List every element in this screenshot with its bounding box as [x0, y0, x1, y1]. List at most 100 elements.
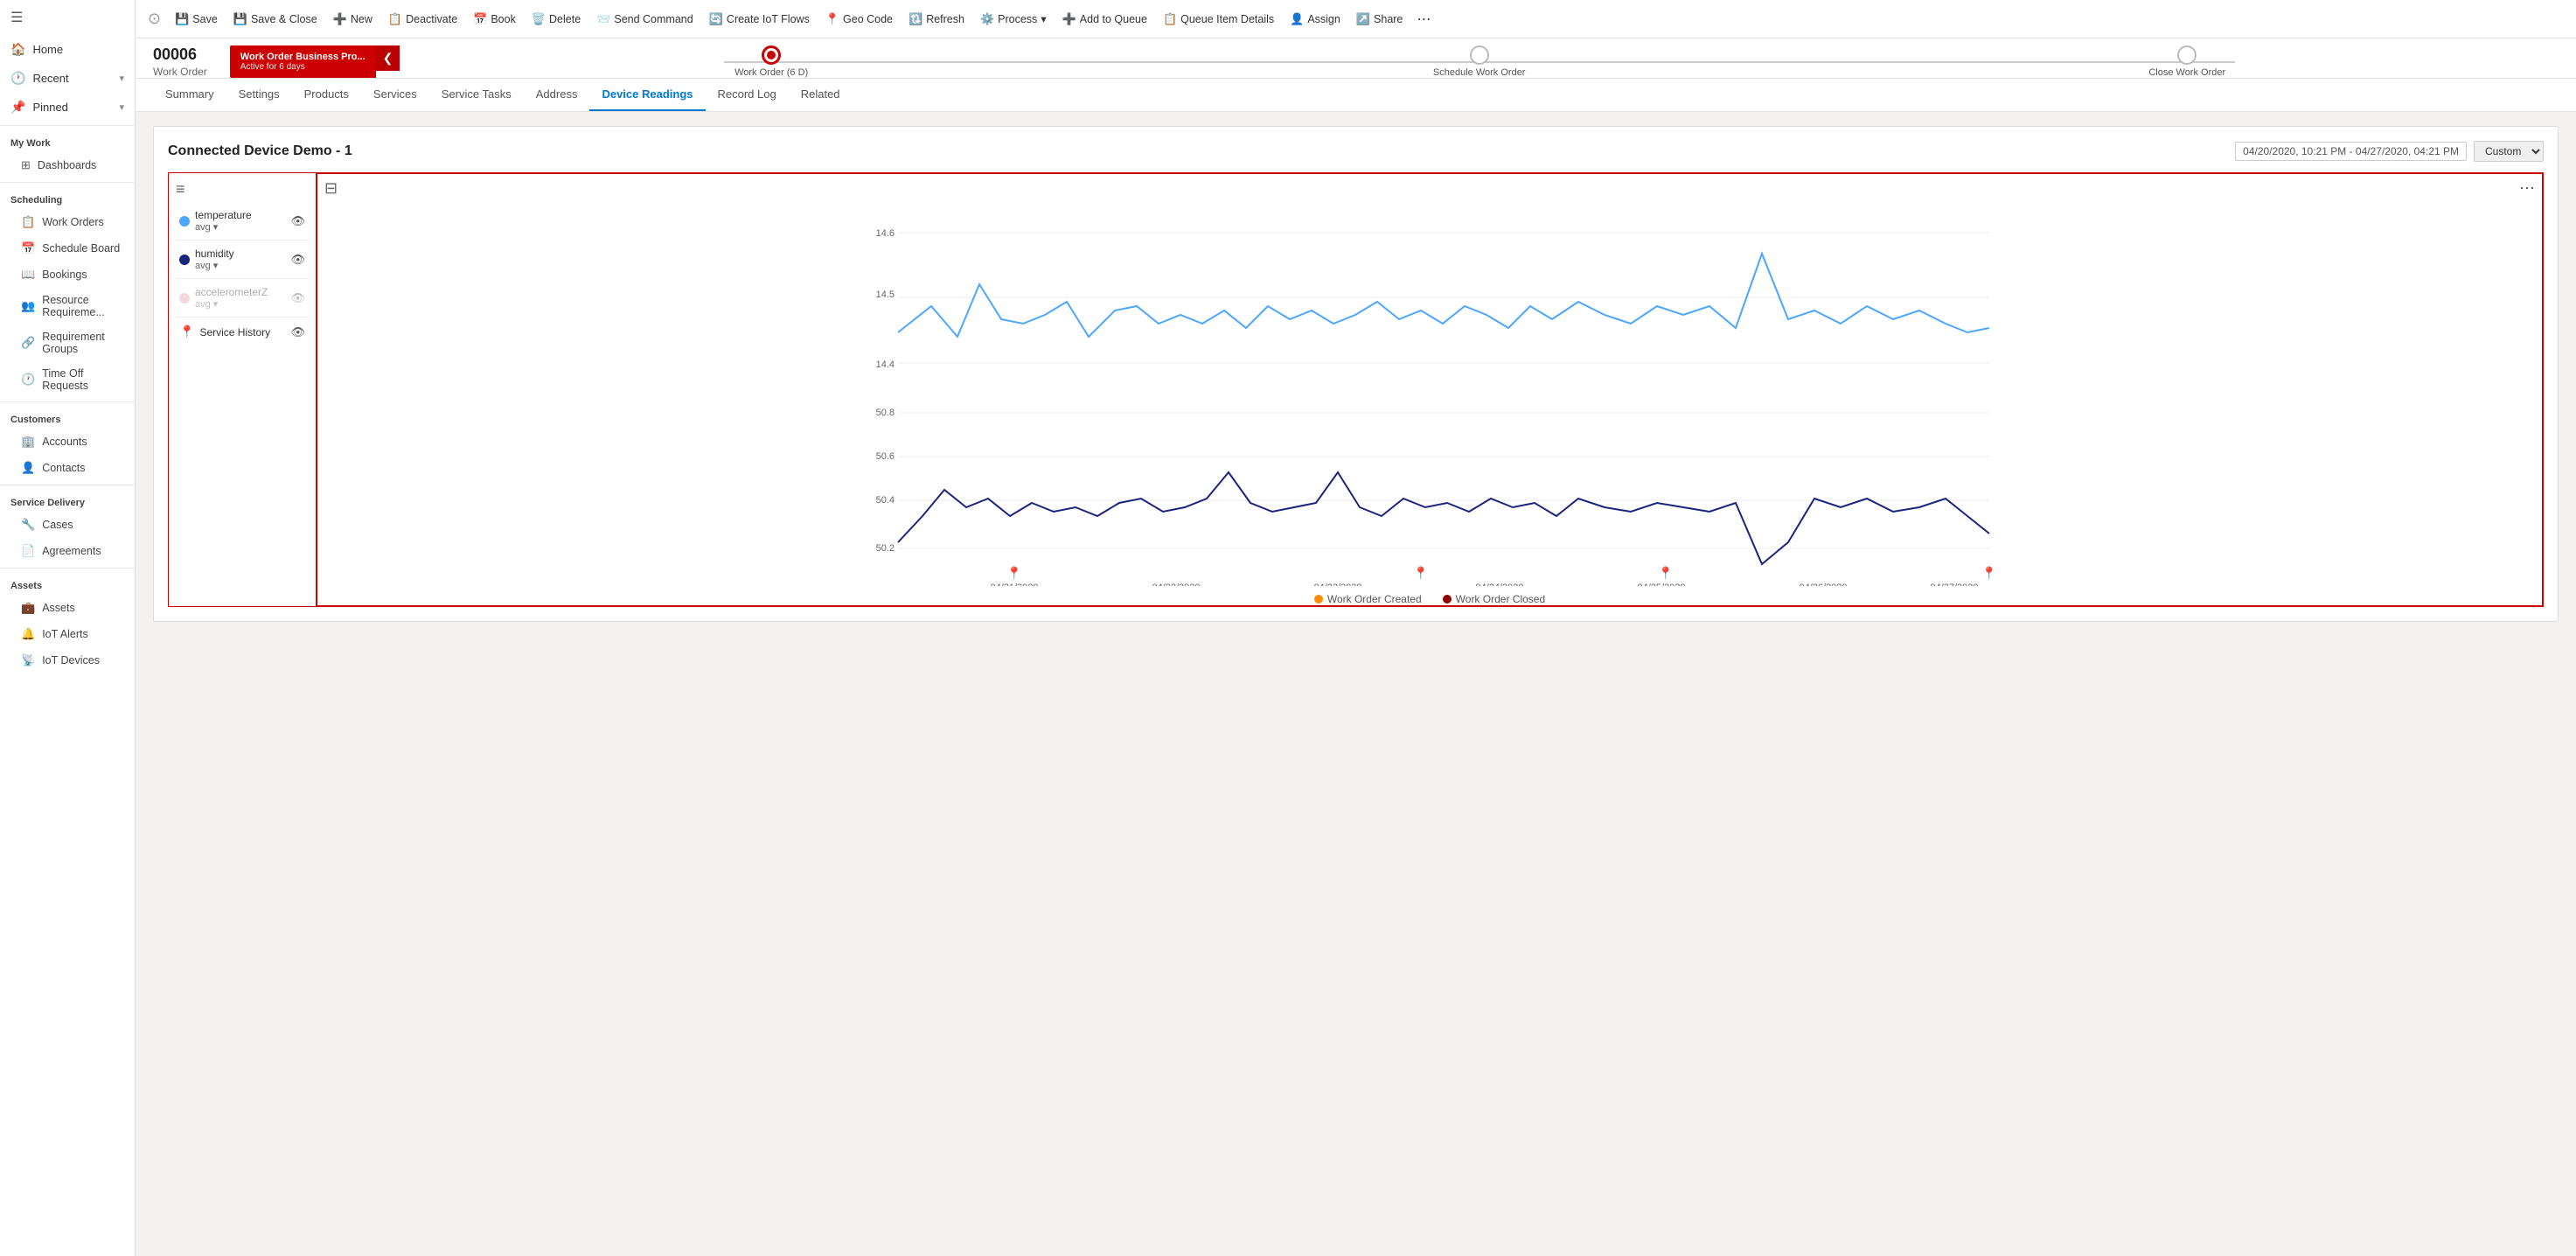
- legend-item-accelerometerz[interactable]: accelerometerZ avg ▾ 👁: [176, 281, 309, 315]
- eye-icon[interactable]: 👁: [290, 214, 305, 228]
- sidebar-item-pinned[interactable]: 📌 Pinned ▾: [0, 93, 135, 122]
- queue-item-details-button[interactable]: 📋 Queue Item Details: [1156, 9, 1281, 30]
- legend-item-humidity[interactable]: humidity avg ▾ 👁: [176, 242, 309, 276]
- stage-collapse-button[interactable]: ❮: [376, 45, 400, 71]
- hamburger-icon[interactable]: ☰: [0, 0, 135, 35]
- sidebar-item-bookings[interactable]: 📖 Bookings: [0, 262, 135, 288]
- add-to-queue-button[interactable]: ➕ Add to Queue: [1055, 9, 1154, 30]
- assets-icon: 💼: [21, 601, 35, 615]
- sidebar-item-accounts[interactable]: 🏢 Accounts: [0, 429, 135, 455]
- save-close-button[interactable]: 💾 Save & Close: [226, 9, 324, 30]
- sidebar: ☰ 🏠 Home 🕐 Recent ▾ 📌 Pinned ▾ My Work ⊞…: [0, 0, 136, 1256]
- time-off-icon: 🕐: [21, 373, 35, 387]
- share-button[interactable]: ↗️ Share: [1349, 9, 1410, 30]
- process-icon: ⚙️: [980, 12, 994, 26]
- legend-item-temperature[interactable]: temperature avg ▾ 👁: [176, 204, 309, 238]
- svg-text:04/26/2020: 04/26/2020: [1799, 583, 1847, 586]
- eye-icon[interactable]: 👁: [290, 291, 305, 305]
- assign-button[interactable]: 👤 Assign: [1283, 9, 1347, 30]
- tab-record-log[interactable]: Record Log: [706, 79, 789, 111]
- book-icon: 📅: [473, 12, 487, 26]
- chevron-down-icon: ▾: [119, 73, 124, 84]
- tab-related[interactable]: Related: [789, 79, 853, 111]
- create-iot-flows-button[interactable]: 🔄 Create IoT Flows: [702, 9, 817, 30]
- sidebar-item-home[interactable]: 🏠 Home: [0, 35, 135, 64]
- process-button[interactable]: ⚙️ Process ▾: [973, 9, 1054, 30]
- svg-text:04/27/2020: 04/27/2020: [1930, 583, 1978, 586]
- refresh-button[interactable]: 🔃 Refresh: [902, 9, 971, 30]
- iot-devices-icon: 📡: [21, 653, 35, 667]
- active-stage[interactable]: Work Order Business Pro... Active for 6 …: [230, 45, 376, 78]
- eye-icon[interactable]: 👁: [290, 325, 305, 339]
- history-icon[interactable]: ⊙: [143, 10, 166, 28]
- svg-text:14.6: 14.6: [876, 228, 895, 239]
- main-area: ⊙ 💾 Save 💾 Save & Close ➕ New 📋 Deactiva…: [136, 0, 2576, 1256]
- record-header: 00006 Work Order Work Order Business Pro…: [136, 38, 2576, 79]
- legend-layers-row: ≡: [176, 180, 309, 199]
- recent-icon: 🕐: [10, 71, 25, 86]
- step-circle-inactive: [1470, 45, 1489, 65]
- legend-item-service-history[interactable]: 📍 Service History 👁: [176, 319, 309, 345]
- save-close-icon: 💾: [233, 12, 247, 26]
- process-step-close[interactable]: Close Work Order: [1833, 45, 2541, 78]
- accelerometerz-color-dot: [179, 293, 190, 304]
- step-label: Work Order (6 D): [735, 67, 808, 78]
- humidity-color-dot: [179, 255, 190, 265]
- accelerometerz-label: accelerometerZ: [195, 286, 285, 298]
- tab-address[interactable]: Address: [524, 79, 590, 111]
- chart-more-button[interactable]: ⋯: [2519, 179, 2535, 198]
- svg-text:14.5: 14.5: [876, 290, 895, 300]
- svg-text:14.4: 14.4: [876, 359, 895, 370]
- accounts-icon: 🏢: [21, 435, 35, 449]
- process-step-schedule[interactable]: Schedule Work Order: [1125, 45, 1834, 78]
- tab-service-tasks[interactable]: Service Tasks: [429, 79, 524, 111]
- send-command-button[interactable]: 📨 Send Command: [589, 9, 700, 30]
- sidebar-item-recent[interactable]: 🕐 Recent ▾: [0, 64, 135, 93]
- book-button[interactable]: 📅 Book: [466, 9, 523, 30]
- geo-code-icon: 📍: [825, 12, 839, 26]
- process-step-work-order[interactable]: Work Order (6 D): [417, 45, 1125, 78]
- chart-svg-area: ⊟ ⋯ 14.6 14.5 14.4 50.8 50: [316, 172, 2544, 607]
- tab-products[interactable]: Products: [292, 79, 361, 111]
- tab-settings[interactable]: Settings: [226, 79, 292, 111]
- sidebar-item-resource-requirements[interactable]: 👥 Resource Requireme...: [0, 288, 135, 324]
- more-options-button[interactable]: ⋯: [1411, 7, 1436, 31]
- deactivate-button[interactable]: 📋 Deactivate: [381, 9, 464, 30]
- legend-content-humidity: humidity avg ▾: [195, 248, 285, 271]
- assign-icon: 👤: [1290, 12, 1304, 26]
- tab-summary[interactable]: Summary: [153, 79, 226, 111]
- svg-text:📍: 📍: [1658, 566, 1673, 581]
- humidity-label: humidity: [195, 248, 285, 260]
- svg-text:📍: 📍: [1981, 566, 1996, 581]
- sidebar-item-time-off-requests[interactable]: 🕐 Time Off Requests: [0, 361, 135, 398]
- new-button[interactable]: ➕ New: [326, 9, 379, 30]
- resource-req-icon: 👥: [21, 299, 35, 313]
- legend-content-temperature: temperature avg ▾: [195, 209, 285, 233]
- send-command-icon: 📨: [596, 12, 610, 26]
- dashboards-icon: ⊞: [21, 158, 31, 172]
- view-select[interactable]: Custom Day Week Month: [2474, 141, 2544, 162]
- tab-services[interactable]: Services: [361, 79, 429, 111]
- temperature-line: [898, 254, 1989, 337]
- sidebar-item-work-orders[interactable]: 📋 Work Orders: [0, 209, 135, 235]
- eye-icon[interactable]: 👁: [290, 253, 305, 267]
- sidebar-item-iot-alerts[interactable]: 🔔 IoT Alerts: [0, 621, 135, 647]
- sidebar-item-iot-devices[interactable]: 📡 IoT Devices: [0, 647, 135, 673]
- delete-button[interactable]: 🗑️ Delete: [525, 9, 588, 30]
- sidebar-item-contacts[interactable]: 👤 Contacts: [0, 455, 135, 481]
- new-icon: ➕: [333, 12, 347, 26]
- chevron-down-icon: ▾: [119, 101, 124, 113]
- sidebar-item-cases[interactable]: 🔧 Cases: [0, 512, 135, 538]
- temperature-sub: avg ▾: [195, 221, 285, 233]
- queue-details-icon: 📋: [1163, 12, 1177, 26]
- sidebar-item-dashboards[interactable]: ⊞ Dashboards: [0, 152, 135, 178]
- chart-title: Connected Device Demo - 1: [168, 143, 352, 159]
- refresh-icon: 🔃: [909, 12, 922, 26]
- sidebar-item-schedule-board[interactable]: 📅 Schedule Board: [0, 235, 135, 262]
- sidebar-item-assets[interactable]: 💼 Assets: [0, 595, 135, 621]
- tab-device-readings[interactable]: Device Readings: [589, 79, 705, 111]
- geo-code-button[interactable]: 📍 Geo Code: [818, 9, 900, 30]
- sidebar-item-agreements[interactable]: 📄 Agreements: [0, 538, 135, 564]
- save-button[interactable]: 💾 Save: [168, 9, 225, 30]
- sidebar-item-requirement-groups[interactable]: 🔗 Requirement Groups: [0, 324, 135, 361]
